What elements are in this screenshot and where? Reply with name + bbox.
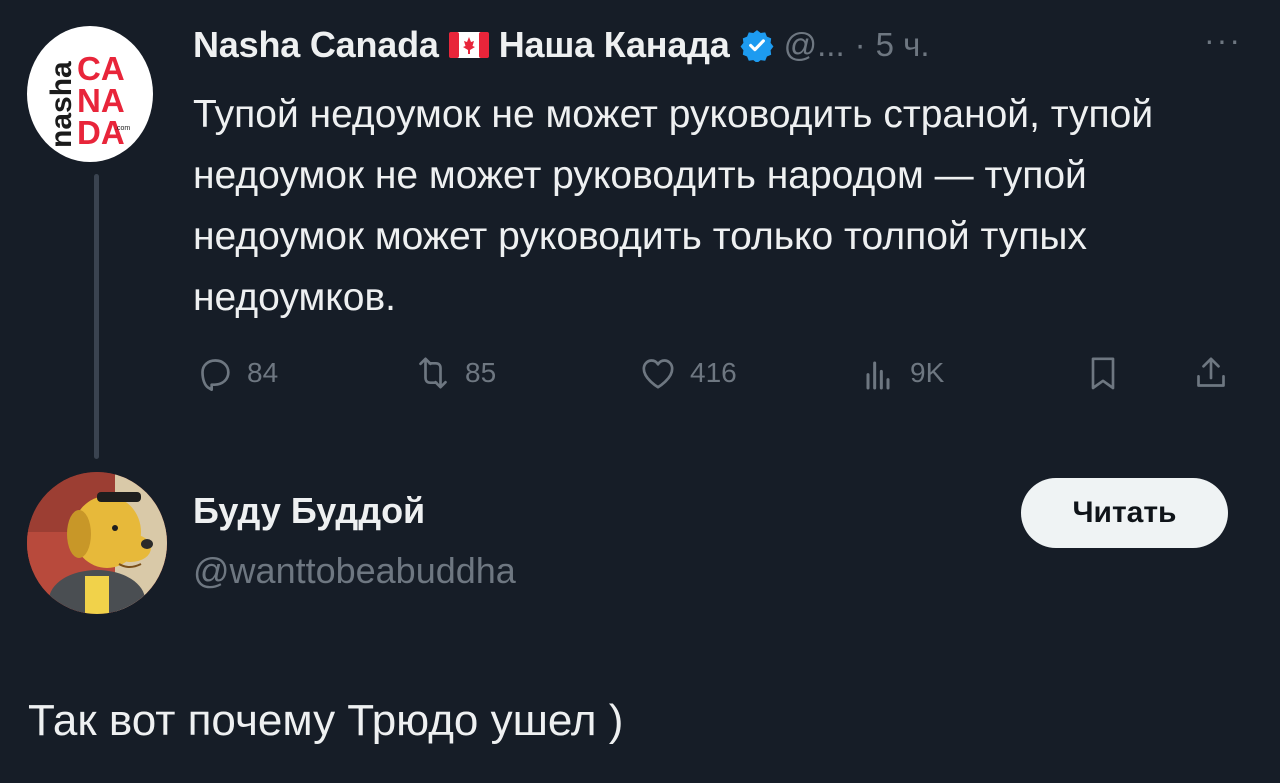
logo-line-3: DA: [77, 114, 125, 151]
nasha-canada-avatar[interactable]: nasha CA NA DA .com: [27, 26, 153, 162]
caption-text: Так вот почему Трюдо ушел ): [28, 696, 624, 745]
tweet-time[interactable]: 5 ч.: [876, 26, 930, 64]
suggested-user-handle[interactable]: @wanttobeabuddha: [193, 550, 516, 592]
dog-cartoon-avatar: [27, 472, 167, 614]
follow-button[interactable]: Читать: [1021, 478, 1228, 548]
share-icon: [1197, 357, 1225, 387]
views-button[interactable]: 9K: [858, 346, 944, 400]
reply-icon: [201, 359, 230, 391]
bookmark-button[interactable]: [1083, 346, 1123, 400]
more-options-button[interactable]: ···: [1204, 22, 1242, 59]
retweet-icon: [419, 357, 447, 389]
like-button[interactable]: 416: [638, 346, 737, 400]
logo-side-text: nasha: [45, 61, 78, 148]
author-name[interactable]: Nasha Canada: [193, 24, 439, 66]
heart-icon: [642, 359, 674, 389]
retweet-count: 85: [465, 357, 497, 388]
author-handle[interactable]: @...: [784, 26, 845, 64]
reply-button[interactable]: 84: [195, 346, 278, 400]
bookmark-icon: [1091, 357, 1115, 390]
reply-count: 84: [247, 357, 279, 388]
user-avatar[interactable]: [27, 472, 167, 614]
separator-dot: ·: [854, 26, 866, 63]
author-name-ru[interactable]: Наша Канада: [499, 24, 730, 66]
tweet-text: Тупой недоумок не может руководить стран…: [193, 93, 1154, 319]
suggested-user-name[interactable]: Буду Буддой: [193, 490, 425, 532]
like-count: 416: [690, 357, 737, 388]
verified-badge-icon: [740, 28, 774, 63]
tweet-actions: 84 85 416 9K: [193, 346, 1253, 400]
views-count: 9K: [910, 357, 945, 388]
thread-line: [94, 174, 99, 459]
retweet-button[interactable]: 85: [413, 346, 496, 400]
share-button[interactable]: [1191, 346, 1231, 400]
nasha-canada-logo: nasha CA NA DA .com: [45, 50, 130, 151]
logo-domain: .com: [115, 125, 130, 132]
canada-flag-icon: [448, 32, 489, 58]
tweet-header: Nasha Canada Наша Канада @... · 5 ч.: [193, 18, 930, 72]
views-chart-icon: [866, 361, 890, 390]
